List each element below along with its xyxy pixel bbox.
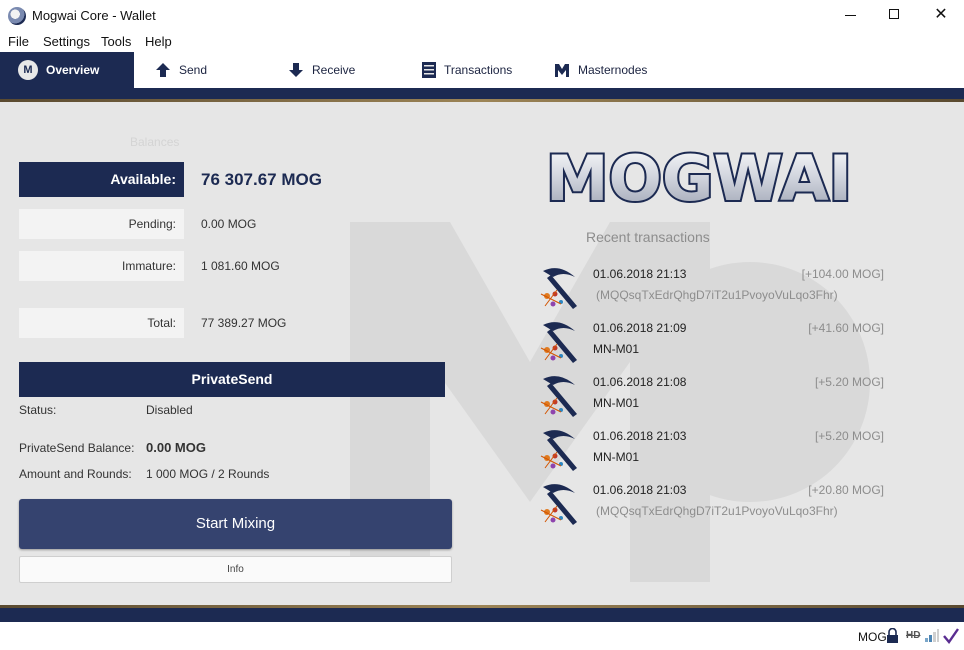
immature-label: Immature:: [19, 251, 184, 281]
privatesend-status-label: Status:: [19, 403, 57, 417]
transaction-date: 01.06.2018 21:09: [593, 321, 687, 335]
transaction-amount: [+5.20 MOG]: [814, 429, 884, 443]
total-value: 77 389.27 MOG: [201, 316, 287, 330]
list-icon: [422, 62, 436, 78]
tab-overview[interactable]: M Overview: [0, 52, 134, 88]
window-title: Mogwai Core - Wallet: [32, 8, 156, 23]
close-icon: ✕: [934, 6, 948, 23]
available-label: Available:: [19, 162, 184, 197]
transaction-row[interactable]: 01.06.2018 21:13 [+104.00 MOG] (MQQsqTxEdr…: [533, 262, 893, 312]
transaction-date: 01.06.2018 21:03: [593, 429, 687, 443]
pending-value: 0.00 MOG: [201, 217, 257, 231]
balances-heading: Balances: [130, 135, 180, 149]
transaction-address: MN-M01: [593, 396, 640, 410]
tab-overview-label: Overview: [46, 63, 100, 77]
recent-transactions-title: Recent transactions: [586, 229, 710, 245]
minimize-icon: [845, 15, 856, 16]
display-unit[interactable]: MOG: [858, 630, 887, 644]
total-label: Total:: [19, 308, 184, 338]
maximize-button[interactable]: [872, 0, 918, 30]
menu-settings[interactable]: Settings: [43, 34, 90, 49]
minimize-button[interactable]: [828, 0, 874, 30]
mined-pickaxe-icon: [540, 322, 577, 363]
transaction-address: MN-M01: [593, 342, 640, 356]
overview-page: Balances Available: 76 307.67 MOG Pendin…: [0, 102, 964, 605]
lock-icon: [887, 628, 898, 643]
immature-value: 1 081.60 MOG: [201, 259, 280, 273]
tab-transactions-label: Transactions: [444, 63, 513, 77]
tab-bar: M Overview Send Receive Transactions Mas…: [0, 52, 964, 88]
transaction-amount: [+20.80 MOG]: [808, 483, 884, 497]
arrow-down-icon: [289, 63, 303, 77]
arrow-up-icon: [156, 63, 170, 77]
menu-help[interactable]: Help: [145, 34, 172, 49]
status-bar: MOG HD: [0, 622, 964, 650]
synced-checkmark-icon: [943, 628, 959, 644]
menu-tools[interactable]: Tools: [101, 34, 131, 49]
transaction-amount: [+41.60 MOG]: [808, 321, 884, 335]
info-button[interactable]: Info: [19, 556, 452, 583]
privatesend-header: PrivateSend: [19, 362, 445, 397]
transaction-row[interactable]: 01.06.2018 21:03 [+20.80 MOG] (MQQsqTxEdrQ…: [533, 478, 893, 528]
close-button[interactable]: ✕: [918, 0, 964, 30]
hd-disabled-icon: HD: [906, 630, 921, 641]
tab-send-label: Send: [179, 63, 208, 77]
connections-icon: [925, 629, 939, 642]
transaction-address: (MQQsqTxEdrQhgD7iT2u1PvoyoVuLqo3Fhr): [596, 504, 838, 518]
transaction-address: (MQQsqTxEdrQhgD7iT2u1PvoyoVuLqo3Fhr): [596, 288, 838, 302]
transaction-address: MN-M01: [593, 450, 640, 464]
transaction-amount: [+104.00 MOG]: [801, 267, 884, 281]
privatesend-rounds-value: 1 000 MOG / 2 Rounds: [146, 467, 270, 481]
privatesend-status-value: Disabled: [146, 403, 193, 417]
transaction-row[interactable]: 01.06.2018 21:09 [+41.60 MOG] MN-M01: [533, 316, 893, 366]
tab-masternodes[interactable]: Masternodes: [554, 52, 647, 88]
tab-send[interactable]: Send: [155, 52, 207, 88]
mogwai-logo-icon: M: [18, 60, 38, 80]
transaction-date: 01.06.2018 21:03: [593, 483, 687, 497]
pending-label: Pending:: [19, 209, 184, 239]
mined-pickaxe-icon: [540, 484, 577, 525]
mined-pickaxe-icon: [540, 430, 577, 471]
tab-masternodes-label: Masternodes: [578, 63, 648, 77]
tab-receive-label: Receive: [312, 63, 356, 77]
mogwai-logo: MOGWAI: [544, 142, 854, 212]
mogwai-logo-text: MOGWAI: [546, 142, 852, 212]
privatesend-rounds-label: Amount and Rounds:: [19, 467, 132, 481]
masternode-icon: [555, 64, 569, 77]
transaction-date: 01.06.2018 21:08: [593, 375, 687, 389]
transaction-amount: [+5.20 MOG]: [814, 375, 884, 389]
privatesend-balance-label: PrivateSend Balance:: [19, 441, 135, 455]
mined-pickaxe-icon: [540, 268, 577, 309]
tab-receive[interactable]: Receive: [288, 52, 355, 88]
mined-pickaxe-icon: [540, 376, 577, 417]
privatesend-balance-value: 0.00 MOG: [146, 440, 206, 455]
transaction-date: 01.06.2018 21:13: [593, 267, 687, 281]
app-logo-icon: [8, 7, 26, 25]
menu-bar: File Settings Tools Help: [0, 31, 964, 52]
transaction-row[interactable]: 01.06.2018 21:08 [+5.20 MOG] MN-M01: [533, 370, 893, 420]
transaction-row[interactable]: 01.06.2018 21:03 [+5.20 MOG] MN-M01: [533, 424, 893, 474]
title-bar: Mogwai Core - Wallet ✕: [0, 0, 964, 31]
maximize-icon: [889, 9, 899, 19]
available-value: 76 307.67 MOG: [201, 170, 322, 189]
start-mixing-button[interactable]: Start Mixing: [19, 499, 452, 549]
footer-band: [0, 608, 964, 622]
menu-file[interactable]: File: [8, 34, 29, 49]
tab-transactions[interactable]: Transactions: [422, 52, 512, 88]
